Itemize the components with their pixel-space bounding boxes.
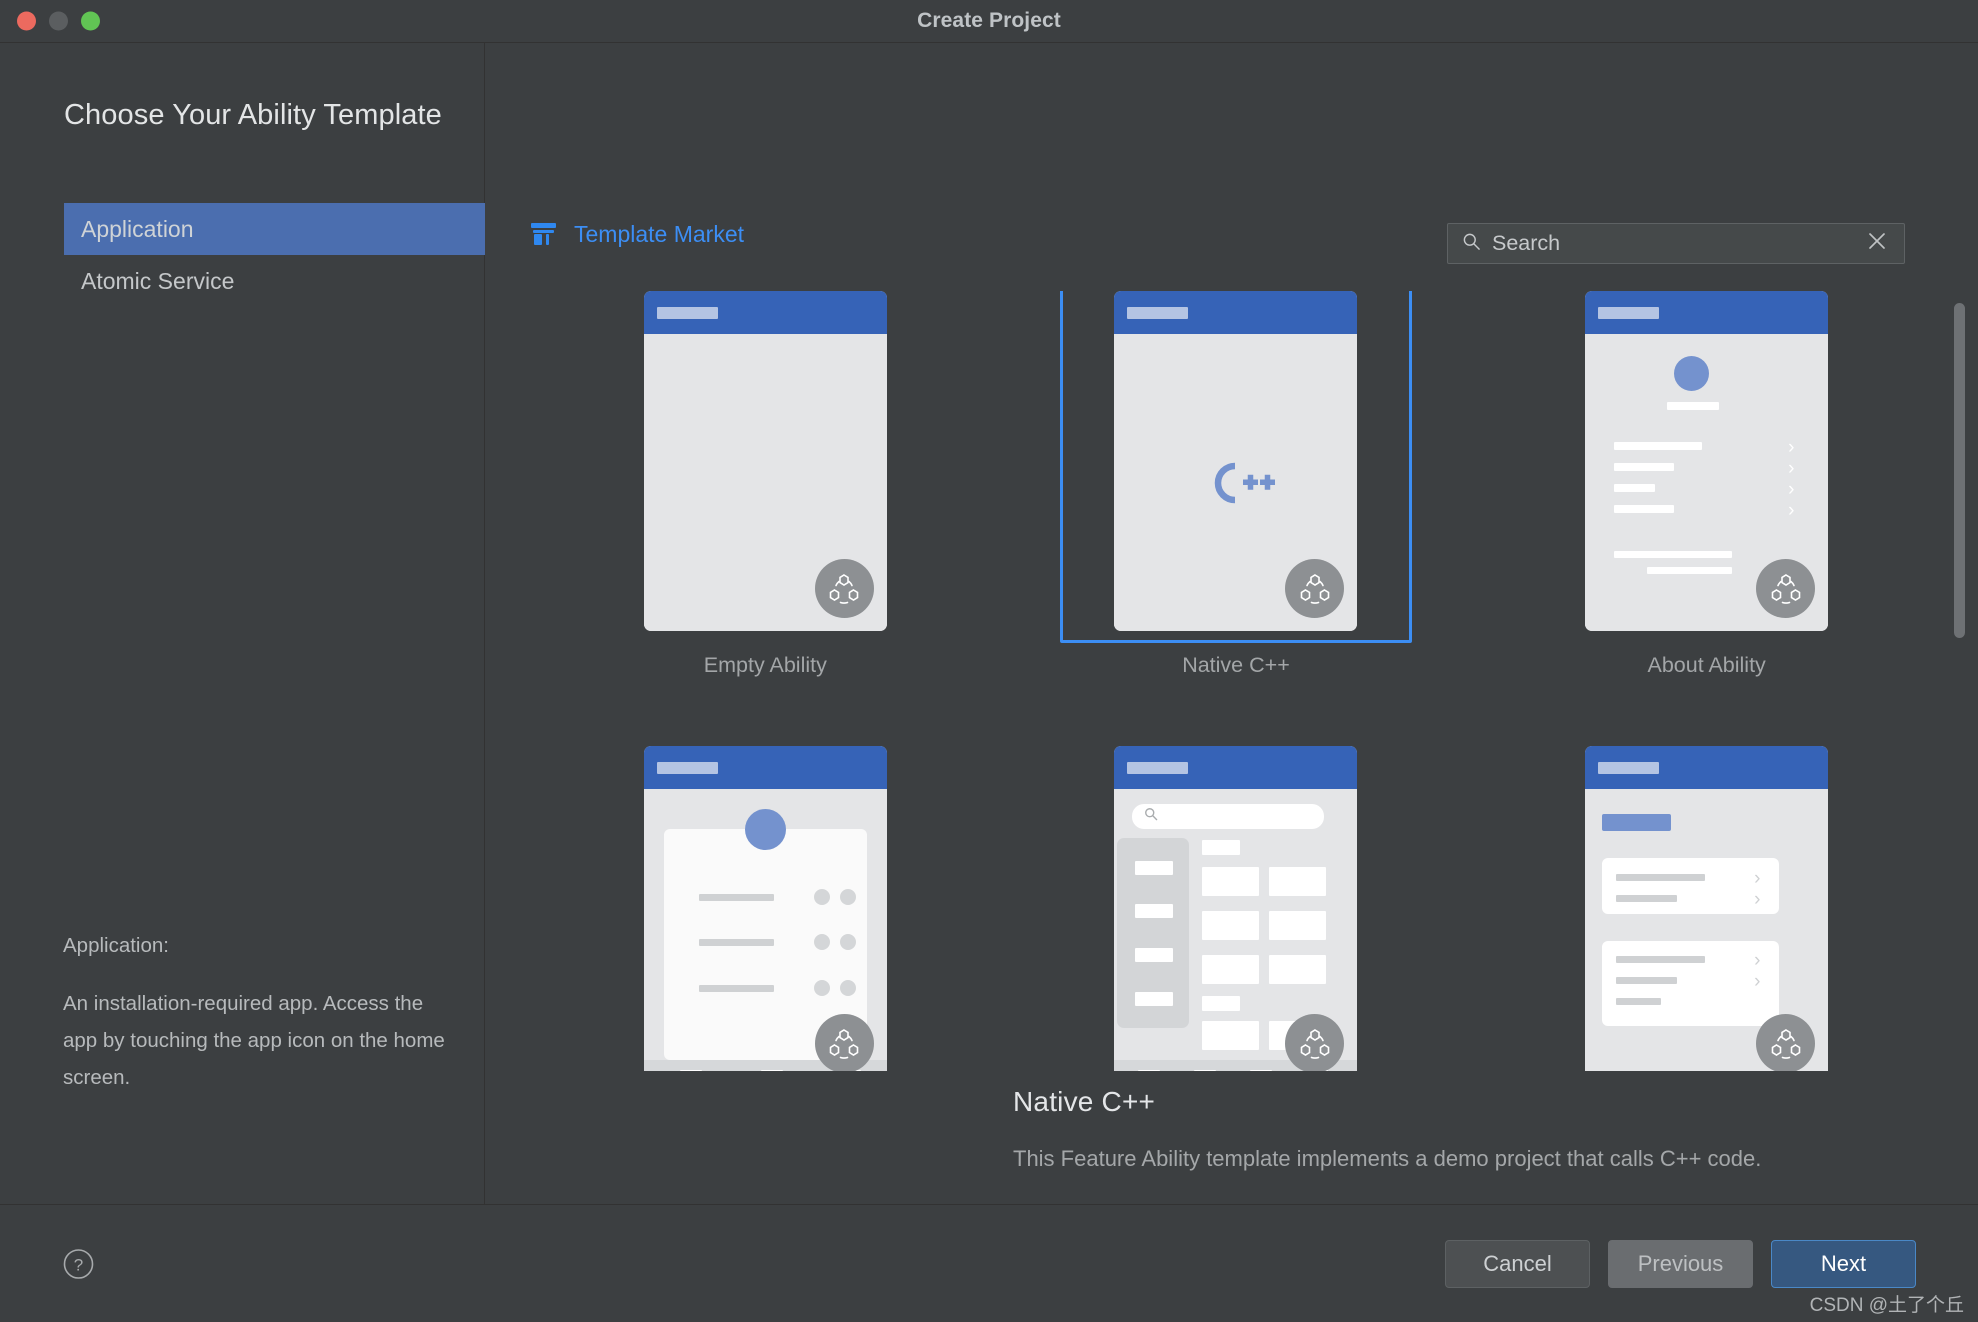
svg-text:?: ?	[74, 1255, 83, 1274]
close-window-button[interactable]	[17, 11, 36, 31]
previous-button[interactable]: Previous	[1608, 1239, 1753, 1288]
template-card-settings[interactable]: › › › ›	[1471, 746, 1942, 1071]
template-card-about-ability[interactable]: › › › › About Ability	[1471, 291, 1942, 746]
template-card-native-cpp[interactable]: Native C++	[1001, 291, 1472, 746]
minimize-window-button[interactable]	[49, 11, 68, 31]
template-card-label: Native C++	[1182, 653, 1290, 677]
selected-template-detail: Native C++ This Feature Ability template…	[1013, 1086, 1761, 1172]
zoom-window-button[interactable]	[81, 11, 100, 31]
ability-type-description: Application: An installation-required ap…	[63, 927, 454, 1096]
harmonyos-badge-icon	[1756, 559, 1816, 618]
watermark: CSDN @土了个丘	[1809, 1295, 1964, 1316]
ability-type-list: Application Atomic Service	[64, 203, 485, 307]
selected-template-title: Native C++	[1013, 1086, 1156, 1117]
harmonyos-badge-icon	[814, 1014, 874, 1071]
window-title: Create Project	[917, 9, 1061, 32]
scrollbar-thumb[interactable]	[1954, 303, 1965, 638]
footer-buttons: Cancel Previous Next	[1445, 1239, 1916, 1288]
template-card-profile[interactable]	[530, 746, 1001, 1071]
page-title: Choose Your Ability Template	[64, 99, 442, 131]
harmonyos-badge-icon	[1285, 1014, 1345, 1071]
template-market-link[interactable]: Template Market	[530, 221, 744, 248]
titlebar: Create Project	[0, 0, 1978, 43]
dialog-footer: ? Cancel Previous Next CSDN @土了个丘	[0, 1205, 1978, 1322]
selected-template-description: This Feature Ability template implements…	[1013, 1146, 1762, 1171]
template-card-catalog[interactable]	[1001, 746, 1472, 1071]
template-market-label: Template Market	[574, 221, 745, 247]
create-project-dialog: Create Project Choose Your Ability Templ…	[0, 0, 1978, 1322]
shop-icon	[530, 222, 557, 247]
close-icon[interactable]	[1866, 230, 1894, 257]
sidebar-item-application[interactable]: Application	[64, 203, 485, 255]
description-body: An installation-required app. Access the…	[63, 992, 445, 1089]
template-grid-scrollbar[interactable]	[1954, 295, 1965, 683]
sidebar-item-label: Atomic Service	[81, 267, 235, 294]
search-icon	[1462, 232, 1481, 256]
search-icon	[1144, 807, 1158, 826]
template-preview[interactable]	[643, 291, 887, 631]
search-box[interactable]	[1447, 223, 1905, 264]
dialog-body: Choose Your Ability Template Application…	[0, 43, 1978, 1205]
template-grid-viewport: Empty Ability Native C++ › › › › About A…	[530, 291, 1942, 1071]
sidebar-item-label: Application	[81, 215, 194, 242]
sidebar-item-atomic-service[interactable]: Atomic Service	[64, 255, 485, 307]
template-grid: Empty Ability Native C++ › › › › About A…	[530, 291, 1942, 1071]
template-preview[interactable]: › › › ›	[1585, 291, 1829, 631]
template-card-empty-ability[interactable]: Empty Ability	[530, 291, 1001, 746]
window-controls	[17, 11, 100, 31]
template-card-label: Empty Ability	[703, 653, 827, 677]
left-pane: Choose Your Ability Template Application…	[0, 43, 485, 1204]
search-input[interactable]	[1481, 231, 1866, 256]
question-circle-icon[interactable]: ?	[63, 1248, 94, 1279]
right-pane: Template Market Search Empty Ability Nat…	[485, 43, 1978, 1204]
next-button[interactable]: Next	[1771, 1239, 1916, 1288]
harmonyos-badge-icon	[1285, 559, 1345, 618]
cancel-button[interactable]: Cancel	[1445, 1239, 1590, 1288]
template-preview[interactable]	[1114, 291, 1358, 631]
description-title: Application:	[63, 934, 169, 957]
template-card-label: About Ability	[1647, 653, 1766, 677]
template-preview[interactable]	[643, 746, 887, 1071]
harmonyos-badge-icon	[1756, 1014, 1816, 1071]
harmonyos-badge-icon	[814, 559, 874, 618]
template-preview[interactable]	[1114, 746, 1358, 1071]
template-preview[interactable]: › › › ›	[1585, 746, 1829, 1071]
